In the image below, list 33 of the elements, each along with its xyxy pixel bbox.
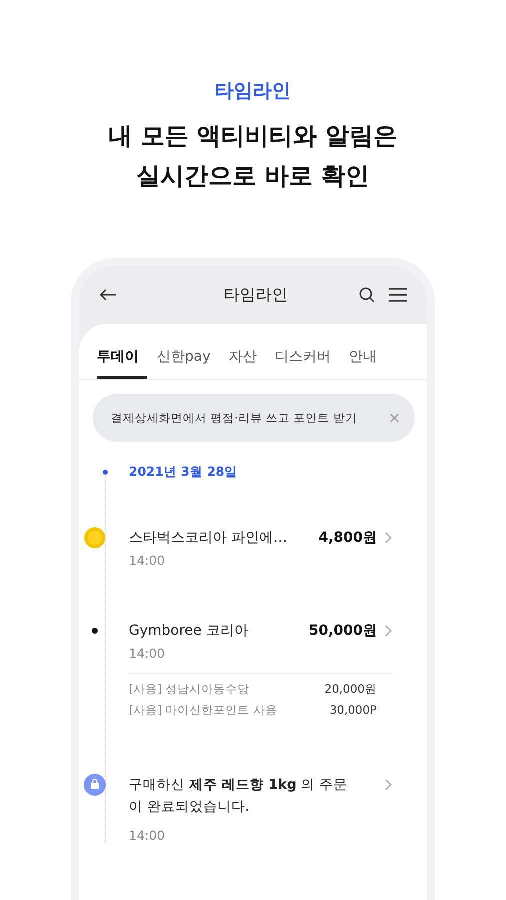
detail-label: [사용] 마이신한포인트 사용 [129, 703, 278, 718]
amount: 4,800원 [318, 529, 377, 548]
dot-icon [92, 628, 98, 634]
item-title: 스타벅스코리아 파인에… [129, 529, 288, 548]
item-title: Gymboree 코리아 [129, 622, 250, 641]
section-label: 타임라인 [215, 79, 291, 104]
chevron-icon [383, 625, 393, 637]
item-time: 14:00 [129, 828, 166, 843]
date-label: 2021년 3월 28일 [129, 464, 239, 481]
shopping-bag-icon [84, 774, 106, 796]
item-time: 14:00 [129, 646, 166, 661]
search-icon[interactable] [359, 287, 375, 303]
tab[interactable]: 신한pay [157, 342, 219, 379]
tab[interactable]: 디스커버 [274, 342, 339, 379]
menu-icon[interactable] [389, 288, 407, 302]
back-arrow-icon[interactable] [99, 289, 117, 301]
detail-label: [사용] 성남시아동수당 [129, 682, 250, 697]
item-title: 구매하신 제주 레드향 1kg 의 주문이 완료되었습니다. [129, 776, 348, 817]
date-dot-icon [103, 470, 108, 475]
detail-value: 20,000원 [324, 682, 377, 697]
headline: 내 모든 액티비티와 알림은 [108, 121, 398, 152]
tab[interactable]: 안내 [348, 342, 385, 379]
chevron-icon [383, 779, 393, 791]
chevron-icon [383, 532, 393, 544]
tab[interactable]: 자산 [228, 342, 265, 379]
screen-title: 타임라인 [223, 284, 289, 306]
coin-icon [84, 527, 106, 549]
item-time: 14:00 [129, 553, 166, 568]
detail-value: 30,000P [330, 703, 377, 718]
tab[interactable]: 투데이 [97, 342, 147, 379]
amount: 50,000원 [308, 622, 377, 641]
headline: 실시간으로 바로 확인 [136, 161, 370, 192]
banner-text: 결제상세화면에서 평점·리뷰 쓰고 포인트 받기 [111, 410, 358, 426]
